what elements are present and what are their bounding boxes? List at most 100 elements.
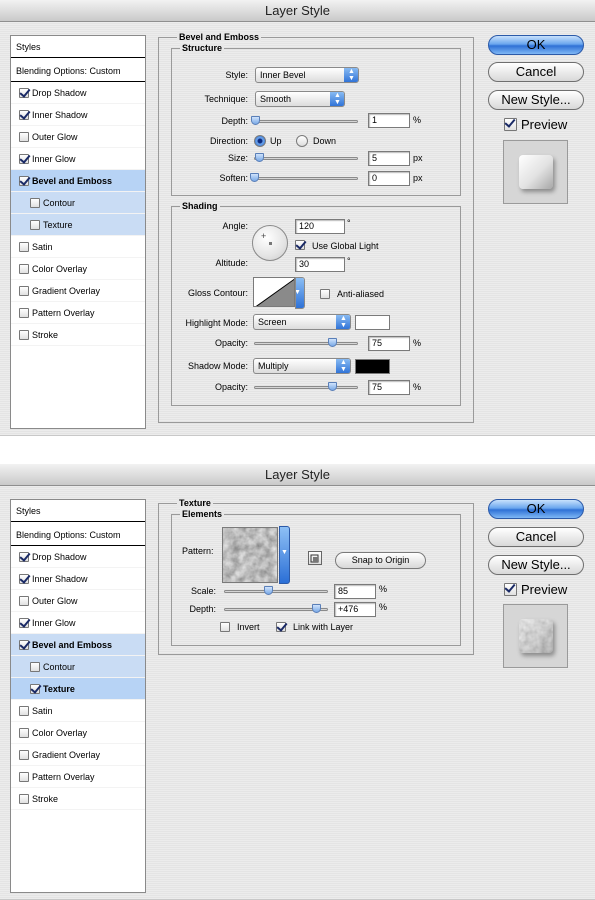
style-item-texture[interactable]: Texture [11,214,145,236]
preview-checkbox[interactable] [504,583,517,596]
checkbox-icon[interactable] [19,286,29,296]
preview-checkbox[interactable] [504,118,517,131]
style-item-satin[interactable]: Satin [11,700,145,722]
style-item-drop-shadow[interactable]: Drop Shadow [11,82,145,104]
blending-options-item[interactable]: Blending Options: Custom [11,524,145,546]
technique-select[interactable]: Smooth ▲ ▼ [255,91,345,107]
angle-input[interactable]: 120 [295,219,345,234]
checkbox-icon[interactable] [19,176,29,186]
style-item-gradient-overlay[interactable]: Gradient Overlay [11,744,145,766]
scale-input[interactable]: 85 [334,584,376,599]
bevel-style-select[interactable]: Inner Bevel ▲ ▼ [255,67,359,83]
style-item-inner-glow[interactable]: Inner Glow [11,148,145,170]
angle-dial-icon[interactable]: + [252,225,288,261]
slider-thumb[interactable] [263,586,273,595]
slider-thumb[interactable] [311,604,321,613]
checkbox-icon[interactable] [19,264,29,274]
styles-header[interactable]: Styles [11,500,145,522]
style-item-outer-glow[interactable]: Outer Glow [11,126,145,148]
new-preset-icon[interactable] [308,551,322,565]
checkbox-icon[interactable] [19,154,29,164]
checkbox-icon[interactable] [19,706,29,716]
style-item-color-overlay[interactable]: Color Overlay [11,722,145,744]
size-slider[interactable] [254,153,358,163]
soften-input[interactable]: 0 [368,171,410,186]
shadow-color-swatch[interactable] [355,359,390,374]
cancel-button[interactable]: Cancel [488,62,584,82]
texture-depth-input[interactable]: +476 [334,602,376,617]
slider-thumb[interactable] [251,116,261,125]
new-style-button[interactable]: New Style... [488,555,584,575]
style-item-outer-glow[interactable]: Outer Glow [11,590,145,612]
checkbox-icon[interactable] [19,552,29,562]
style-item-pattern-overlay[interactable]: Pattern Overlay [11,766,145,788]
style-item-stroke[interactable]: Stroke [11,324,145,346]
ok-button[interactable]: OK [488,35,584,55]
depth-slider[interactable] [251,116,358,126]
pattern-menu-arrow[interactable]: ▼ [279,526,290,584]
direction-down-radio[interactable] [296,135,308,147]
direction-up-radio[interactable] [254,135,266,147]
checkbox-icon[interactable] [30,684,40,694]
gloss-contour-preview[interactable] [253,277,295,307]
checkbox-icon[interactable] [19,728,29,738]
highlight-color-swatch[interactable] [355,315,390,330]
style-item-inner-glow[interactable]: Inner Glow [11,612,145,634]
checkbox-icon[interactable] [30,662,40,672]
checkbox-icon[interactable] [19,574,29,584]
altitude-input[interactable]: 30 [295,257,345,272]
snap-to-origin-button[interactable]: Snap to Origin [335,552,426,569]
checkbox-icon[interactable] [19,110,29,120]
highlight-opacity-input[interactable]: 75 [368,336,410,351]
ok-button[interactable]: OK [488,499,584,519]
highlight-mode-select[interactable]: Screen ▲ ▼ [253,314,351,330]
gloss-contour-menu[interactable]: ▼ [295,277,305,309]
stone-texture-pattern[interactable] [222,527,278,583]
style-item-color-overlay[interactable]: Color Overlay [11,258,145,280]
cancel-button[interactable]: Cancel [488,527,584,547]
checkbox-icon[interactable] [19,596,29,606]
checkbox-icon[interactable] [19,88,29,98]
invert-checkbox[interactable] [220,622,230,632]
checkbox-icon[interactable] [30,198,40,208]
global-light-checkbox[interactable] [295,240,305,250]
style-item-pattern-overlay[interactable]: Pattern Overlay [11,302,145,324]
anti-aliased-checkbox[interactable] [320,289,330,299]
link-with-layer-checkbox[interactable] [276,622,286,632]
texture-depth-slider[interactable] [224,604,328,614]
checkbox-icon[interactable] [19,132,29,142]
style-item-texture[interactable]: Texture [11,678,145,700]
blending-options-item[interactable]: Blending Options: Custom [11,60,145,82]
style-item-contour[interactable]: Contour [11,656,145,678]
style-item-bevel-emboss[interactable]: Bevel and Emboss [11,170,145,192]
style-item-inner-shadow[interactable]: Inner Shadow [11,104,145,126]
checkbox-icon[interactable] [19,242,29,252]
style-item-stroke[interactable]: Stroke [11,788,145,810]
checkbox-icon[interactable] [19,330,29,340]
scale-slider[interactable] [224,586,328,596]
shadow-opacity-input[interactable]: 75 [368,380,410,395]
new-style-button[interactable]: New Style... [488,90,584,110]
checkbox-icon[interactable] [19,618,29,628]
slider-thumb[interactable] [250,173,259,182]
size-input[interactable]: 5 [368,151,410,166]
styles-header[interactable]: Styles [11,36,145,58]
style-item-satin[interactable]: Satin [11,236,145,258]
checkbox-icon[interactable] [19,794,29,804]
slider-thumb[interactable] [328,382,337,391]
shadow-opacity-slider[interactable] [254,382,358,392]
checkbox-icon[interactable] [30,220,40,230]
depth-input[interactable]: 1 [368,113,410,128]
highlight-opacity-slider[interactable] [254,338,358,348]
style-item-gradient-overlay[interactable]: Gradient Overlay [11,280,145,302]
style-item-drop-shadow[interactable]: Drop Shadow [11,546,145,568]
checkbox-icon[interactable] [19,308,29,318]
checkbox-icon[interactable] [19,772,29,782]
style-item-inner-shadow[interactable]: Inner Shadow [11,568,145,590]
checkbox-icon[interactable] [19,750,29,760]
style-item-contour[interactable]: Contour [11,192,145,214]
shadow-mode-select[interactable]: Multiply ▲ ▼ [253,358,351,374]
soften-slider[interactable] [250,173,358,183]
style-item-bevel-emboss[interactable]: Bevel and Emboss [11,634,145,656]
checkbox-icon[interactable] [19,640,29,650]
